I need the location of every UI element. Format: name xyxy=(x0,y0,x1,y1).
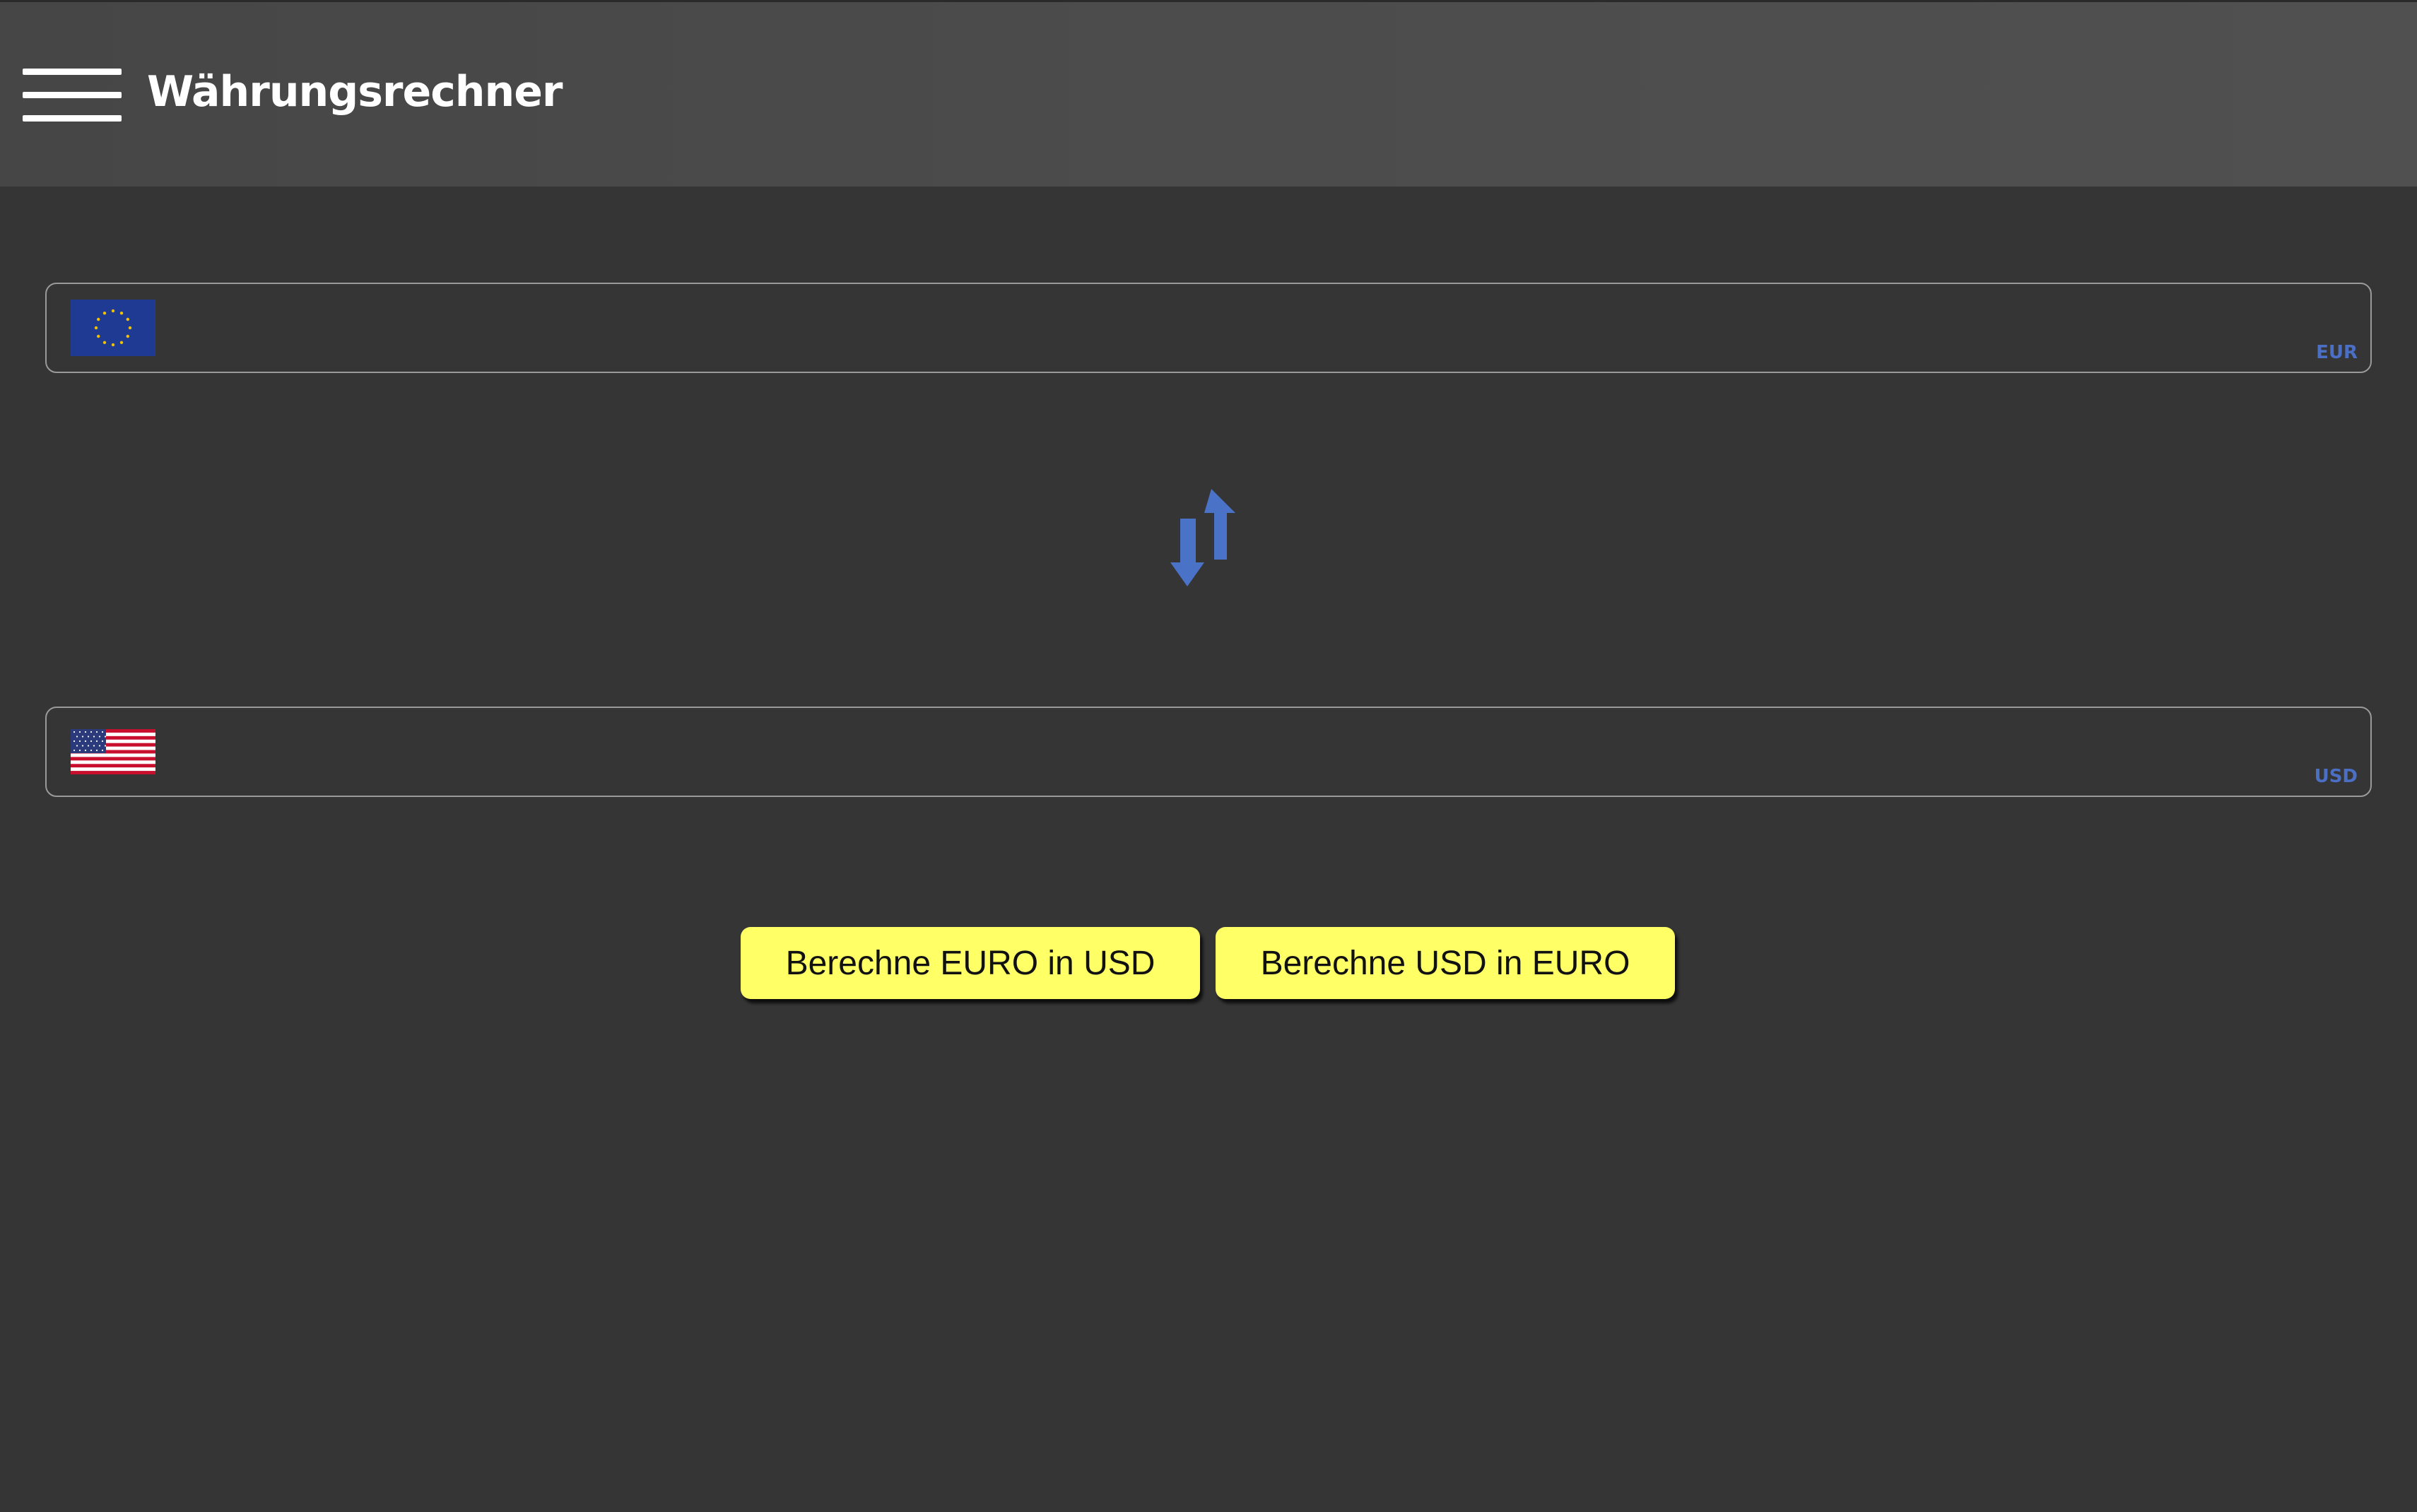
usd-amount-input[interactable] xyxy=(223,722,2273,783)
hamburger-line xyxy=(23,115,122,122)
swap-arrows-icon[interactable] xyxy=(1168,489,1249,588)
hamburger-line xyxy=(23,69,122,75)
usd-currency-label: USD xyxy=(2314,766,2358,787)
action-buttons: Berechne EURO in USD Berechne USD in EUR… xyxy=(0,927,2417,1000)
hamburger-line xyxy=(23,92,122,98)
eur-amount-input[interactable] xyxy=(223,298,2273,359)
us-flag-icon xyxy=(71,729,155,774)
usd-amount-field[interactable]: USD xyxy=(45,707,2372,797)
eur-currency-label: EUR xyxy=(2316,342,2358,363)
eur-amount-field[interactable]: EUR xyxy=(45,283,2372,373)
page-title: Währungsrechner xyxy=(147,67,563,117)
hamburger-menu-icon[interactable] xyxy=(23,69,122,122)
eu-flag-icon xyxy=(71,300,155,356)
app-header: Währungsrechner xyxy=(0,0,2417,187)
convert-usd-to-eur-button[interactable]: Berechne USD in EURO xyxy=(1216,927,1675,999)
convert-eur-to-usd-button[interactable]: Berechne EURO in USD xyxy=(741,927,1200,999)
